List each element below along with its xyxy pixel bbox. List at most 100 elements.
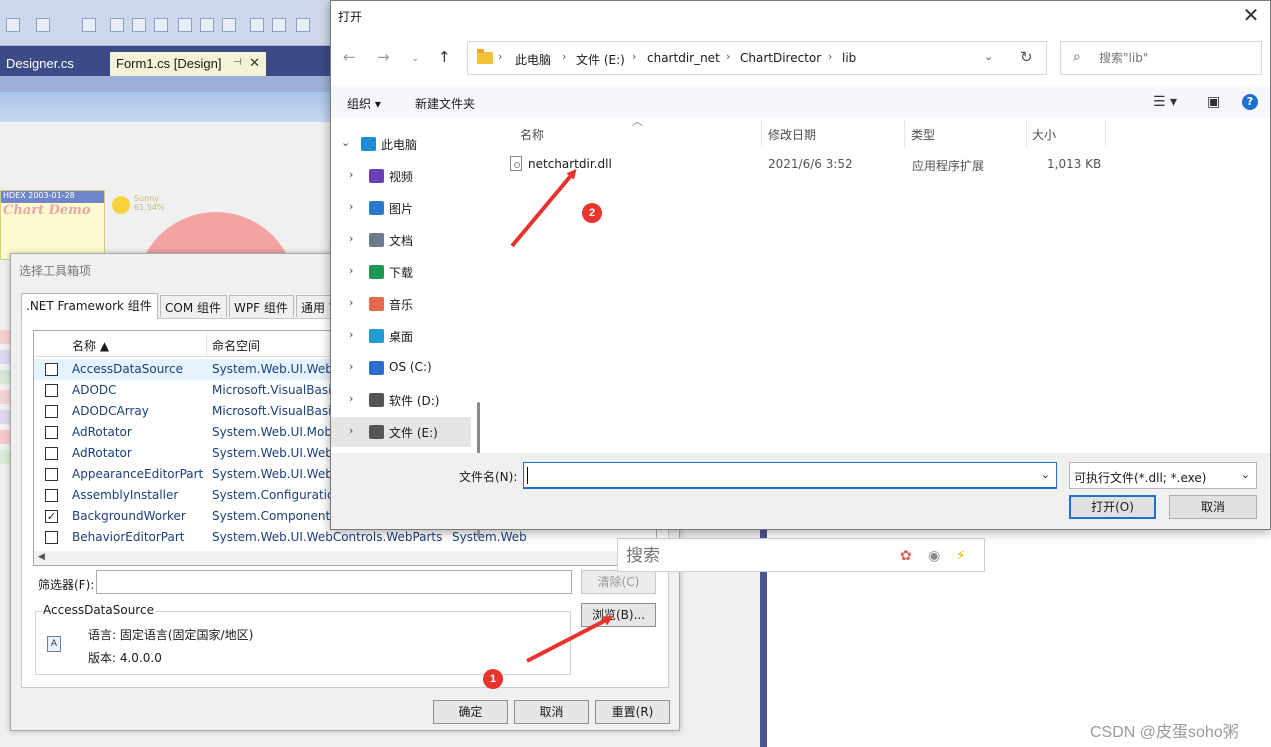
- align-icon[interactable]: [82, 18, 96, 32]
- toolbar-icon[interactable]: [6, 18, 20, 32]
- row-checkbox[interactable]: [45, 426, 58, 439]
- filename-input[interactable]: ⌄: [523, 462, 1057, 489]
- row-checkbox[interactable]: [45, 489, 58, 502]
- refresh-icon[interactable]: ↻: [1020, 48, 1033, 66]
- align-icon[interactable]: [222, 18, 236, 32]
- align-icon[interactable]: [178, 18, 192, 32]
- pin-icon[interactable]: ⊣: [233, 57, 242, 68]
- address-bar[interactable]: › 此电脑 › 文件 (E:) › chartdir_net › ChartDi…: [467, 41, 1047, 75]
- close-icon[interactable]: ✕: [1238, 3, 1264, 29]
- breadcrumb-chartdirector[interactable]: ChartDirector: [740, 51, 821, 65]
- nav-item[interactable]: › 视频: [331, 161, 471, 191]
- breadcrumb-drive-e[interactable]: 文件 (E:): [576, 51, 625, 68]
- tab-wpf[interactable]: WPF 组件: [229, 295, 294, 317]
- nav-item[interactable]: › OS (C:): [331, 353, 471, 383]
- column-namespace[interactable]: 命名空间: [212, 337, 260, 354]
- nav-item[interactable]: › 下载: [331, 257, 471, 287]
- breadcrumb-lib[interactable]: lib: [842, 51, 856, 65]
- lightning-icon[interactable]: ⚡: [956, 548, 966, 564]
- nav-item[interactable]: › 音乐: [331, 289, 471, 319]
- view-options-icon[interactable]: ☰ ▾: [1153, 94, 1177, 110]
- browse-button[interactable]: 浏览(B)...: [581, 603, 656, 627]
- chevron-down-icon[interactable]: ⌄: [984, 50, 993, 63]
- clear-button[interactable]: 清除(C): [581, 570, 656, 594]
- column-divider[interactable]: [1105, 119, 1106, 147]
- scroll-left-icon[interactable]: ◀: [38, 552, 45, 562]
- column-divider[interactable]: [1026, 119, 1027, 147]
- forward-arrow-icon[interactable]: →: [377, 48, 390, 66]
- row-checkbox[interactable]: [45, 447, 58, 460]
- cancel-button[interactable]: 取消: [1169, 495, 1257, 519]
- floating-search-input[interactable]: [626, 545, 886, 567]
- spacing-icon[interactable]: [296, 18, 310, 32]
- reset-button[interactable]: 重置(R): [595, 700, 670, 724]
- column-divider[interactable]: [206, 333, 207, 355]
- table-row[interactable]: BehaviorEditorPart System.Web.UI.WebContr…: [34, 527, 656, 548]
- tab-form1-design[interactable]: Form1.cs [Design] ⊣ ✕: [110, 52, 266, 76]
- row-checkbox[interactable]: [45, 468, 58, 481]
- column-type[interactable]: 类型: [911, 126, 935, 143]
- chevron-right-icon[interactable]: ›: [349, 328, 353, 341]
- column-size[interactable]: 大小: [1032, 126, 1056, 143]
- row-checkbox[interactable]: [45, 531, 58, 544]
- filter-input[interactable]: [96, 570, 572, 594]
- search-input[interactable]: [1099, 49, 1249, 67]
- nav-item[interactable]: › 文档: [331, 225, 471, 255]
- horizontal-scrollbar[interactable]: ◀ ▶: [34, 551, 656, 565]
- spacing-icon[interactable]: [250, 18, 264, 32]
- spacing-icon[interactable]: [272, 18, 286, 32]
- row-checkbox[interactable]: ✓: [45, 510, 58, 523]
- chevron-right-icon: ›: [632, 50, 637, 63]
- nav-item[interactable]: › 图片: [331, 193, 471, 223]
- chevron-down-icon[interactable]: ⌄: [341, 136, 350, 149]
- open-button[interactable]: 打开(O): [1069, 495, 1156, 519]
- column-divider[interactable]: [904, 119, 905, 147]
- nav-item[interactable]: › 软件 (D:): [331, 385, 471, 415]
- paint-icon[interactable]: ✿: [900, 548, 912, 564]
- column-name[interactable]: 名称 ▲: [72, 337, 109, 354]
- column-modified[interactable]: 修改日期: [768, 126, 816, 143]
- align-icon[interactable]: [154, 18, 168, 32]
- tab-net-framework[interactable]: .NET Framework 组件: [21, 293, 158, 319]
- nav-item[interactable]: › 文件 (E:): [331, 417, 471, 447]
- cancel-button[interactable]: 取消: [514, 700, 589, 724]
- nav-item[interactable]: ⌄ 此电脑: [331, 129, 471, 159]
- toolbar-icon[interactable]: [36, 18, 50, 32]
- new-folder-button[interactable]: 新建文件夹: [415, 95, 475, 112]
- chevron-right-icon[interactable]: ›: [349, 264, 353, 277]
- filetype-select[interactable]: 可执行文件(*.dll; *.exe) ⌄: [1069, 462, 1257, 489]
- tab-com[interactable]: COM 组件: [160, 295, 227, 317]
- chevron-right-icon[interactable]: ›: [349, 200, 353, 213]
- column-name[interactable]: 名称: [520, 126, 544, 143]
- breadcrumb-this-pc[interactable]: 此电脑: [515, 51, 551, 68]
- row-checkbox[interactable]: [45, 384, 58, 397]
- settings-icon[interactable]: ◉: [928, 548, 940, 564]
- row-checkbox[interactable]: [45, 363, 58, 376]
- align-icon[interactable]: [110, 18, 124, 32]
- chevron-right-icon[interactable]: ›: [349, 296, 353, 309]
- row-checkbox[interactable]: [45, 405, 58, 418]
- chevron-right-icon[interactable]: ›: [349, 360, 353, 373]
- recent-dropdown-icon[interactable]: ⌄: [411, 53, 419, 64]
- back-arrow-icon[interactable]: ←: [343, 48, 356, 66]
- chevron-down-icon[interactable]: ⌄: [1041, 468, 1050, 481]
- close-icon[interactable]: ✕: [249, 55, 260, 71]
- column-divider[interactable]: [761, 119, 762, 147]
- ok-button[interactable]: 确定: [433, 700, 508, 724]
- organize-button[interactable]: 组织 ▾: [347, 95, 381, 112]
- chevron-right-icon[interactable]: ›: [349, 168, 353, 181]
- chevron-right-icon[interactable]: ›: [349, 424, 353, 437]
- preview-pane-icon[interactable]: ▣: [1207, 94, 1220, 110]
- chevron-right-icon[interactable]: ›: [349, 232, 353, 245]
- align-icon[interactable]: [200, 18, 214, 32]
- breadcrumb-chartdir-net[interactable]: chartdir_net: [647, 51, 720, 65]
- up-arrow-icon[interactable]: ↑: [438, 48, 451, 66]
- tab-designer-cs[interactable]: Designer.cs: [0, 52, 110, 76]
- help-icon[interactable]: ?: [1242, 94, 1258, 110]
- nav-item[interactable]: › 桌面: [331, 321, 471, 351]
- file-row[interactable]: netchartdir.dll 2021/6/6 3:52 应用程序扩展 1,0…: [504, 152, 1104, 176]
- chevron-right-icon[interactable]: ›: [349, 392, 353, 405]
- chevron-down-icon[interactable]: ⌄: [1241, 468, 1250, 481]
- search-box[interactable]: ⌕: [1060, 41, 1262, 75]
- align-icon[interactable]: [132, 18, 146, 32]
